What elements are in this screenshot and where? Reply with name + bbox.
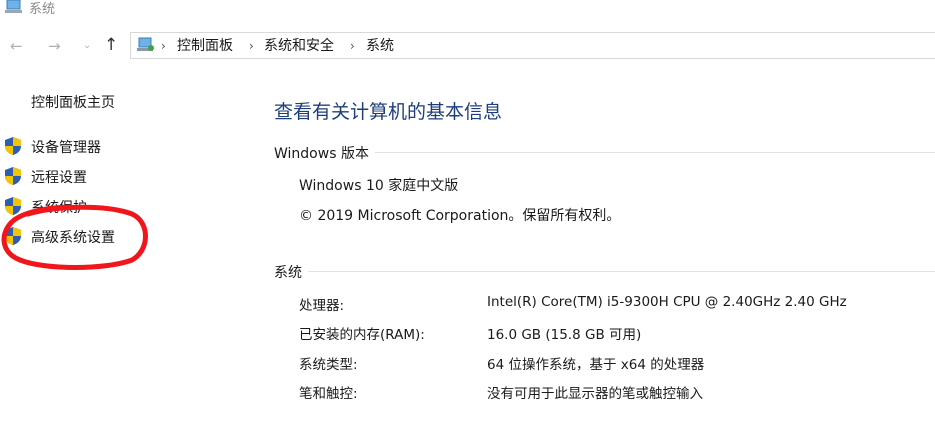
sidebar-item-remote-settings[interactable]: 远程设置: [4, 164, 164, 188]
breadcrumb-control-panel[interactable]: 控制面板: [177, 37, 233, 55]
processor-value: Intel(R) Core(TM) i5-9300H CPU @ 2.40GHz…: [487, 294, 847, 310]
system-type-label: 系统类型:: [299, 357, 358, 373]
windows-edition-value: Windows 10 家庭中文版: [299, 178, 459, 194]
copyright-text: © 2019 Microsoft Corporation。保留所有权利。: [299, 208, 621, 224]
computer-icon: [5, 0, 22, 13]
pen-touch-label: 笔和触控:: [299, 386, 358, 402]
breadcrumb-separator: ›: [161, 39, 166, 53]
sidebar-item-device-manager[interactable]: 设备管理器: [4, 134, 164, 158]
recent-locations-dropdown[interactable]: ⌄: [83, 36, 91, 56]
system-section-heading: 系统: [274, 262, 308, 282]
title-bar: 系统: [0, 0, 935, 18]
system-type-value: 64 位操作系统，基于 x64 的处理器: [487, 357, 705, 373]
breadcrumb-separator[interactable]: ›: [249, 37, 254, 55]
breadcrumb-system-and-security[interactable]: 系统和安全: [264, 37, 334, 55]
control-panel-icon: [137, 37, 154, 51]
sidebar-item-label: 设备管理器: [31, 140, 101, 156]
page-title: 查看有关计算机的基本信息: [274, 101, 503, 123]
section-divider: [274, 271, 935, 272]
memory-value: 16.0 GB (15.8 GB 可用): [487, 327, 642, 343]
window-title: 系统: [29, 2, 56, 17]
shield-icon: [5, 137, 21, 155]
forward-button[interactable]: →: [48, 36, 61, 56]
up-button[interactable]: ↑: [104, 35, 118, 55]
pen-touch-value: 没有可用于此显示器的笔或触控输入: [487, 386, 703, 402]
sidebar-item-label: 远程设置: [31, 170, 87, 186]
breadcrumb-separator[interactable]: ›: [350, 37, 355, 55]
red-annotation-circle: [1, 204, 148, 270]
windows-edition-heading: Windows 版本: [274, 143, 375, 163]
back-button[interactable]: ←: [10, 36, 23, 56]
memory-label: 已安装的内存(RAM):: [299, 327, 425, 343]
shield-icon: [5, 167, 21, 185]
breadcrumb-system[interactable]: 系统: [366, 37, 394, 55]
sidebar-control-panel-home-link[interactable]: 控制面板主页: [31, 92, 115, 112]
processor-label: 处理器:: [299, 298, 345, 314]
address-bar[interactable]: › 控制面板 › 系统和安全 › 系统: [130, 32, 935, 59]
